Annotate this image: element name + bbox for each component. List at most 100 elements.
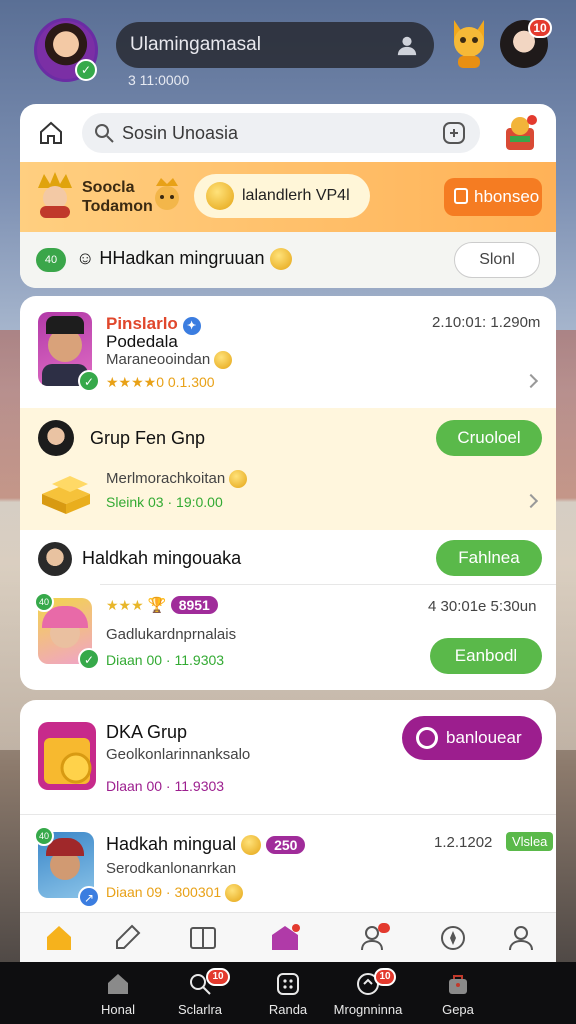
scan-icon[interactable] [442, 121, 466, 145]
circle-icon [416, 727, 438, 749]
nav-search-label: Sclarlra [177, 1002, 223, 1017]
king-character-icon [38, 172, 72, 218]
home-tab-icon[interactable] [44, 923, 74, 953]
feed-item[interactable]: Grup Fen Gnp Cruoloel Merlmorachkoitan S… [20, 408, 556, 530]
item-chip: 40 [34, 826, 54, 846]
feed-item-button-label: banlouear [446, 728, 522, 747]
profile-avatar[interactable]: 10 [500, 18, 552, 68]
feed-item-name: Grup Fen Gnp [90, 428, 206, 448]
nav-messages[interactable]: 10 Mrognninna [328, 968, 408, 1020]
coin-balance-text: lalandlerh VP4l [242, 187, 350, 204]
feed-item-button[interactable]: Fahlnea [436, 540, 542, 576]
nav-bag-label: Gepa [442, 1002, 474, 1017]
feed-card: ✓ Pinslarlo ✦ Podedala Maraneooindan ★★★… [20, 296, 556, 690]
home-icon [108, 974, 128, 994]
coin-icon [229, 470, 248, 489]
online-status-icon: ✓ [75, 59, 97, 81]
chevron-right-icon[interactable] [523, 373, 539, 389]
promo-title: Soocla Todamon [82, 178, 153, 216]
coin-icon [225, 884, 244, 903]
nav-bag[interactable]: Gepa [418, 968, 498, 1020]
verified-badge-icon: ✓ [78, 370, 100, 392]
coin-icon [214, 351, 233, 370]
user-group-tab-icon[interactable] [360, 923, 390, 953]
feed-item-desc: Merlmorachkoitan [106, 470, 248, 489]
feed-item-button[interactable]: banlouear [402, 716, 542, 760]
feed-item-time: 2.10:01: 1.290m [432, 314, 541, 331]
nav-grid[interactable]: Randa [248, 968, 328, 1020]
tab-bar [20, 912, 556, 962]
feed-item-desc: Serodkanlonanrkan [106, 860, 237, 877]
brush-tab-icon[interactable] [112, 923, 142, 953]
feed-item[interactable]: 40 ↗ Hadkah mingual 250 Serodkanlonanrka… [20, 814, 556, 924]
feed-item-meta: Diaan 00 · 11.9303 [106, 652, 224, 668]
search-placeholder: Sosin Unoasia [122, 123, 239, 143]
coin-icon [241, 835, 262, 856]
username-pill[interactable]: Ulamingamasal [116, 22, 434, 68]
book-tab-icon[interactable] [188, 923, 218, 953]
group-avatar [38, 542, 72, 576]
username-text: Ulamingamasal [130, 34, 261, 55]
compass-tab-icon[interactable] [438, 923, 468, 953]
feed-item-meta: Diaan 09 · 300301 [106, 884, 244, 903]
promo-title-line1: Soocla [82, 179, 135, 196]
search-bar: Sosin Unoasia [20, 104, 556, 162]
feed-item-time: 4 30:01e 5:30un [428, 598, 537, 615]
notice-text: ☺ HHadkan mingruuan [76, 248, 292, 271]
feed-item-button[interactable]: Cruoloel [436, 420, 542, 456]
rating-row: ★★★ 🏆 8951 [106, 596, 218, 614]
item-chip: 40 [34, 592, 54, 612]
mascot-icon[interactable] [448, 18, 490, 70]
search-input[interactable]: Sosin Unoasia [82, 113, 480, 153]
nav-home[interactable]: Honal [78, 968, 158, 1020]
feed-item[interactable]: DKA Grup Geolkonlarinnanksalo Dlaan 00 ·… [20, 700, 556, 814]
search-icon [95, 124, 114, 143]
feed-item-name: DKA Grup [106, 722, 188, 742]
coin-balance-pill[interactable]: lalandlerh VP4l [194, 174, 370, 218]
home-outline-icon[interactable] [38, 120, 64, 146]
share-badge-icon: ↗ [78, 886, 100, 908]
feed-item-desc-text: Merlmorachkoitan [106, 470, 226, 487]
feed-item-meta: Dlaan 00 · 11.9303 [106, 778, 225, 794]
promo-button[interactable]: hbonseo [444, 178, 542, 216]
nav-messages-badge: 10 [374, 968, 396, 986]
header-time: 3 11:0000 [128, 72, 190, 88]
profile-badge: 10 [528, 18, 552, 38]
gift-toy-icon[interactable] [502, 114, 538, 152]
notice-row: 40 ☺ HHadkan mingruuan Slonl [20, 232, 556, 288]
nav-grid-label: Randa [268, 1002, 308, 1017]
bag-icon [449, 975, 467, 994]
chevron-right-icon[interactable] [523, 493, 539, 509]
nav-messages-label: Mrognninna [333, 1002, 403, 1017]
feed-item-name: Hadkah mingual 250 [106, 834, 306, 856]
feed-item-desc: Gadlukardnprnalais [106, 626, 237, 643]
verified-icon: ✦ [182, 317, 201, 335]
verified-badge-icon: ✓ [78, 648, 100, 670]
top-card: Sosin Unoasia Soocla Todamon lalandlerh … [20, 104, 556, 288]
feed-item[interactable]: Haldkah mingouaka Fahlnea 40 ✓ ★★★ 🏆 895… [20, 530, 556, 690]
feed-item-sub: Podedala [106, 332, 178, 351]
profile-tab-icon[interactable] [506, 923, 536, 953]
item-badge: 250 [266, 836, 306, 854]
person-icon[interactable] [396, 34, 418, 56]
feed-item-name: Haldkah mingouaka [82, 548, 242, 568]
promo-banner: Soocla Todamon lalandlerh VP4l hbonseo [20, 162, 556, 232]
notice-text-label: HHadkan mingruuan [99, 248, 265, 268]
feed-item-meta-text: Diaan 00 · 11.9303 [106, 652, 225, 668]
feed-item-name-text: Hadkah mingual [106, 834, 237, 854]
top-header: ✓ Ulamingamasal 3 11:0000 10 [0, 0, 576, 100]
feed-item-button-secondary[interactable]: Eanbodl [430, 638, 542, 674]
grid-icon [277, 973, 299, 995]
user-avatar[interactable]: ✓ [34, 18, 98, 82]
feed-item-meta: ★★★★0 0.1.300 [106, 374, 215, 390]
nav-search[interactable]: 10 Sclarlra [160, 968, 240, 1020]
feed-item[interactable]: ✓ Pinslarlo ✦ Podedala Maraneooindan ★★★… [20, 296, 556, 408]
feed-item-tag[interactable]: Vlslea [506, 832, 554, 851]
shop-tab-icon[interactable] [270, 923, 300, 953]
notice-button[interactable]: Slonl [454, 242, 540, 278]
stars-icon: ★★★ [106, 597, 144, 613]
feed-item-desc: Geolkonlarinnanksalo [106, 746, 251, 763]
crown-cat-icon [155, 178, 179, 210]
bottom-navigation: Honal 10 Sclarlra Randa 10 Mrognninna Ge… [0, 962, 576, 1024]
box-icon [454, 188, 468, 204]
